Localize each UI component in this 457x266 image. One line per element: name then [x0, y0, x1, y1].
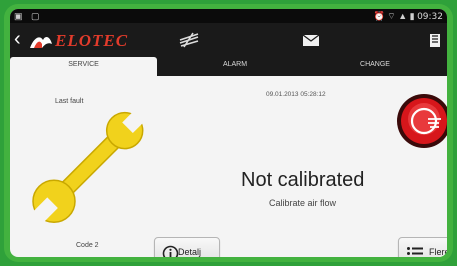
brand-logo-text: ELOTEC — [55, 31, 129, 50]
detail-button[interactable]: Detalj — [154, 237, 220, 257]
app-bar: ‹ ELOTEC — [10, 23, 447, 57]
status-left-icons: ▣ ▢ — [14, 11, 43, 21]
status-title: Not calibrated — [241, 169, 365, 191]
envelope-icon[interactable] — [300, 31, 322, 49]
alarm-reset-button[interactable] — [395, 92, 447, 150]
tab-change[interactable]: CHANGE — [310, 57, 440, 76]
tab-bar: SERVICE ALARM CHANGE — [10, 57, 447, 76]
status-subtitle: Calibrate air flow — [269, 198, 337, 208]
elotec-logo-icon — [30, 36, 52, 48]
info-icon — [162, 245, 179, 257]
status-right-icons: ⏰ ⌔ ▲ ▮ 09:32 — [373, 11, 443, 22]
detail-button-label: Detalj — [178, 247, 202, 257]
device-frame: ▣ ▢ ⏰ ⌔ ▲ ▮ 09:32 ‹ ELOTEC SERVICE ALARM… — [4, 4, 453, 262]
fan-icon[interactable] — [178, 31, 200, 49]
more-button-label: Flere — [429, 247, 447, 257]
filter-icon[interactable] — [425, 31, 447, 49]
tab-service[interactable]: SERVICE — [10, 57, 157, 76]
fault-datetime: 09.01.2013 05:28:12 — [266, 91, 326, 98]
list-icon — [407, 247, 423, 255]
fault-code: Code 2 — [76, 242, 99, 249]
last-fault-label: Last fault — [55, 98, 84, 105]
app-screen: ▣ ▢ ⏰ ⌔ ▲ ▮ 09:32 ‹ ELOTEC SERVICE ALARM… — [10, 9, 447, 257]
more-button[interactable]: Flere — [398, 237, 447, 257]
status-bar: ▣ ▢ ⏰ ⌔ ▲ ▮ 09:32 — [10, 9, 447, 23]
status-time: 09:32 — [417, 12, 443, 22]
wrench-icon — [31, 111, 145, 224]
tab-alarm[interactable]: ALARM — [170, 57, 300, 76]
